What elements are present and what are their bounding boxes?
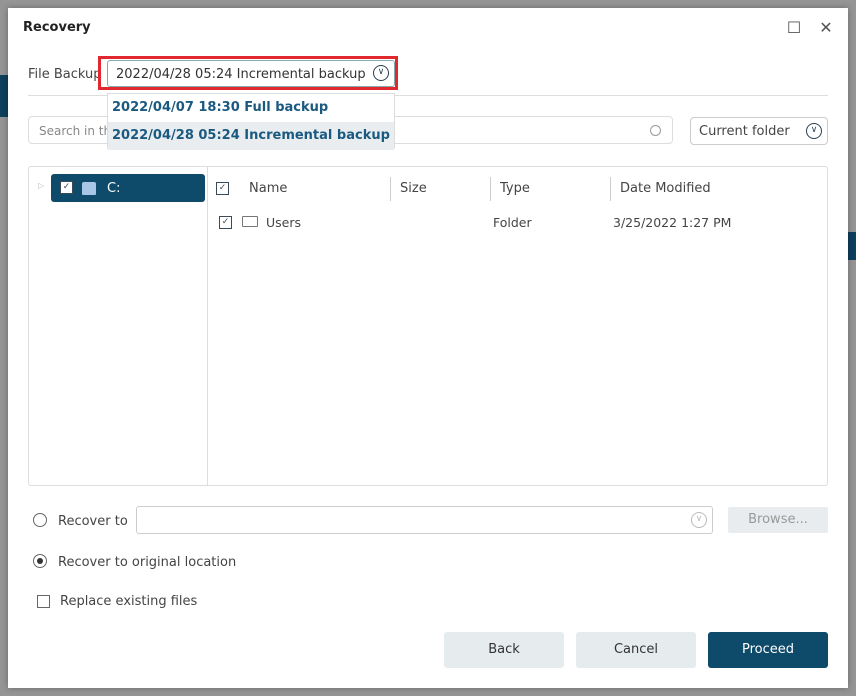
search-scope-value: Current folder (699, 124, 790, 139)
column-separator[interactable] (610, 177, 611, 201)
maximize-icon[interactable]: ☐ (786, 20, 802, 36)
chevron-down-icon: ∨ (373, 65, 389, 81)
backup-version-dropdown: 2022/04/07 18:30 Full backup 2022/04/28 … (107, 93, 395, 150)
recover-path-select[interactable]: ∨ (136, 506, 713, 534)
backup-version-value: 2022/04/28 05:24 Incremental backup (116, 67, 366, 82)
background-list-item (848, 232, 856, 260)
column-header-type[interactable]: Type (500, 181, 530, 196)
backup-version-select[interactable]: 2022/04/28 05:24 Incremental backup ∨ (107, 60, 395, 87)
search-scope-select[interactable]: Current folder ∨ (690, 117, 828, 145)
proceed-button[interactable]: Proceed (708, 632, 828, 668)
chevron-down-icon: ∨ (691, 512, 707, 528)
dropdown-option-incremental-backup[interactable]: 2022/04/28 05:24 Incremental backup (108, 122, 394, 150)
column-header-name[interactable]: Name (249, 181, 287, 196)
close-icon[interactable]: ✕ (818, 20, 834, 36)
chevron-down-icon: ∨ (806, 123, 822, 139)
column-separator[interactable] (490, 177, 491, 201)
dropdown-option-full-backup[interactable]: 2022/04/07 18:30 Full backup (108, 94, 394, 122)
drive-icon (82, 182, 96, 195)
background-sidebar-item (0, 75, 8, 117)
recover-original-radio[interactable] (33, 554, 47, 568)
back-button[interactable]: Back (444, 632, 564, 668)
browse-button[interactable]: Browse... (728, 507, 828, 533)
row-checkbox[interactable]: ✓ (219, 216, 232, 229)
replace-existing-checkbox[interactable] (37, 595, 50, 608)
cell-date: 3/25/2022 1:27 PM (613, 215, 732, 230)
cell-type: Folder (493, 215, 532, 230)
column-separator[interactable] (390, 177, 391, 201)
cell-name: Users (266, 215, 302, 230)
cancel-button[interactable]: Cancel (576, 632, 696, 668)
search-icon[interactable] (650, 125, 661, 136)
recover-to-radio[interactable] (33, 513, 47, 527)
expand-arrow-icon[interactable]: ▷ (38, 181, 44, 190)
select-all-checkbox[interactable]: ✓ (216, 182, 229, 195)
dialog-title: Recovery (23, 20, 91, 35)
checkbox-checked[interactable]: ✓ (60, 181, 73, 194)
recover-original-label: Recover to original location (58, 555, 237, 570)
tree-node-c-drive[interactable]: ✓ C: (51, 174, 205, 202)
tree-node-label: C: (107, 181, 121, 196)
folder-icon (242, 216, 258, 227)
file-backup-label: File Backup (28, 67, 102, 82)
column-header-size[interactable]: Size (400, 181, 427, 196)
folder-tree: ▷ ✓ C: (29, 167, 208, 485)
replace-existing-label: Replace existing files (60, 594, 198, 609)
column-header-date-modified[interactable]: Date Modified (620, 181, 711, 196)
recover-to-label: Recover to (58, 514, 128, 529)
recovery-dialog: Recovery ☐ ✕ File Backup 2022/04/28 05:2… (8, 8, 848, 688)
file-browser: ▷ ✓ C: ✓ Name Size Type Date Modified ✓ … (28, 166, 828, 486)
